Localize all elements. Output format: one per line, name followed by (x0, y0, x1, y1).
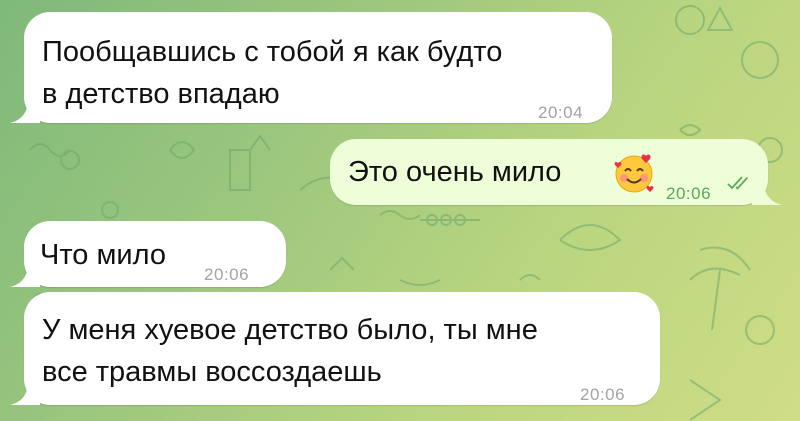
message-outgoing-1[interactable]: Это очень мило 20:06 (330, 139, 782, 205)
message-incoming-2[interactable]: Что мило 20:06 (10, 221, 286, 287)
message-time: 20:06 (666, 184, 712, 203)
message-text: Это очень мило (348, 156, 562, 188)
bubble-tail (752, 179, 782, 205)
message-text-line-1: У меня хуевое детство было, ты мне (42, 314, 538, 346)
message-time: 20:06 (580, 385, 626, 404)
read-double-check-icon (727, 176, 749, 190)
bubble-tail (10, 97, 40, 123)
message-incoming-3[interactable]: У меня хуевое детство было, ты мне все т… (10, 292, 660, 405)
message-text-line-1: Пообщавшись с тобой я как будто (42, 36, 503, 68)
message-time: 20:04 (538, 103, 584, 122)
message-text-line-2: все травмы воссоздаешь (42, 356, 382, 388)
bubble-tail (10, 261, 40, 287)
message-text-line-2: в детство впадаю (42, 78, 280, 110)
smiling-face-with-hearts-icon (614, 154, 654, 193)
bubble-tail (10, 379, 40, 405)
message-text: Что мило (40, 239, 166, 271)
message-time: 20:06 (204, 265, 250, 284)
message-incoming-1[interactable]: Пообщавшись с тобой я как будто в детств… (10, 12, 612, 123)
